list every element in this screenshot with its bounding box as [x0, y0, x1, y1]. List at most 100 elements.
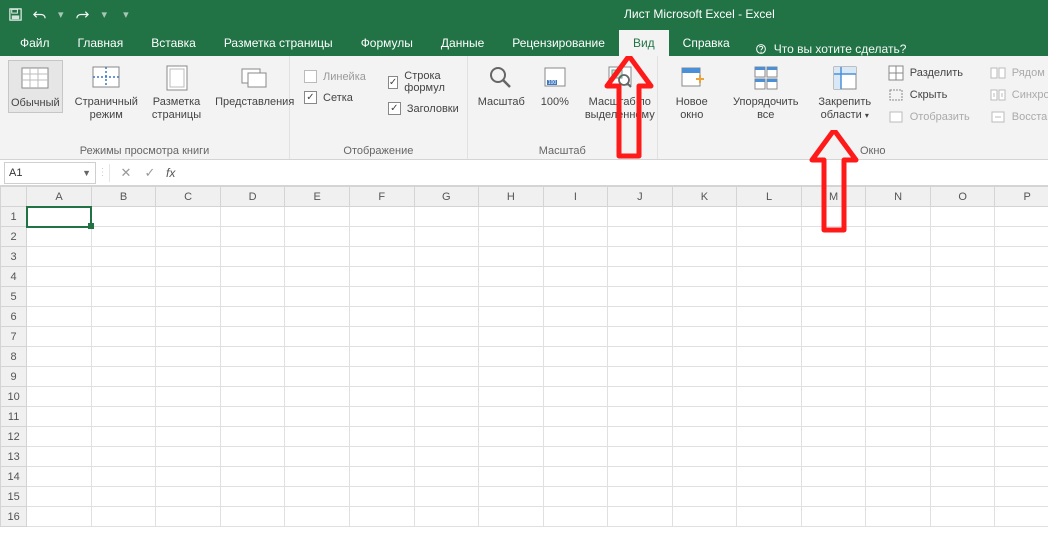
cell[interactable] — [672, 467, 737, 487]
cell[interactable] — [27, 347, 92, 367]
cell[interactable] — [285, 327, 350, 347]
cell[interactable] — [543, 387, 608, 407]
cell[interactable] — [156, 247, 221, 267]
cell[interactable] — [608, 467, 673, 487]
cell[interactable] — [866, 447, 931, 467]
cell[interactable] — [737, 307, 802, 327]
row-header[interactable]: 13 — [1, 447, 27, 467]
row-header[interactable]: 14 — [1, 467, 27, 487]
cell[interactable] — [737, 407, 802, 427]
cell[interactable] — [672, 267, 737, 287]
cell[interactable] — [995, 287, 1048, 307]
qat-customize[interactable]: ▾ — [123, 8, 129, 21]
cell[interactable] — [220, 427, 285, 447]
cell[interactable] — [285, 267, 350, 287]
cell[interactable] — [91, 267, 156, 287]
cell[interactable] — [930, 407, 995, 427]
cell[interactable] — [27, 267, 92, 287]
tab-data[interactable]: Данные — [427, 30, 498, 56]
cell[interactable] — [930, 307, 995, 327]
cell[interactable] — [995, 407, 1048, 427]
cell[interactable] — [930, 227, 995, 247]
cell[interactable] — [801, 367, 866, 387]
cell[interactable] — [866, 367, 931, 387]
cell[interactable] — [27, 407, 92, 427]
cell[interactable] — [866, 507, 931, 527]
name-box-dropdown-icon[interactable]: ▼ — [82, 168, 91, 178]
cell[interactable] — [156, 367, 221, 387]
cell[interactable] — [672, 247, 737, 267]
new-window-button[interactable]: Новое окно — [666, 60, 718, 123]
cell[interactable] — [672, 507, 737, 527]
cell[interactable] — [91, 307, 156, 327]
cell[interactable] — [156, 487, 221, 507]
cell[interactable] — [156, 507, 221, 527]
cell[interactable] — [285, 247, 350, 267]
custom-views-button[interactable]: Представления — [213, 60, 296, 111]
cell[interactable] — [156, 227, 221, 247]
cell[interactable] — [930, 487, 995, 507]
cell[interactable] — [91, 367, 156, 387]
cell[interactable] — [349, 347, 414, 367]
cell[interactable] — [801, 267, 866, 287]
row-header[interactable]: 5 — [1, 287, 27, 307]
cell[interactable] — [543, 487, 608, 507]
page-layout-view-button[interactable]: Разметка страницы — [150, 60, 203, 123]
cell[interactable] — [737, 467, 802, 487]
cell[interactable] — [672, 327, 737, 347]
cell[interactable] — [737, 347, 802, 367]
cell[interactable] — [995, 467, 1048, 487]
cell[interactable] — [479, 387, 544, 407]
cell[interactable] — [866, 407, 931, 427]
cell[interactable] — [801, 307, 866, 327]
column-header[interactable]: A — [27, 187, 92, 207]
cell[interactable] — [737, 207, 802, 227]
tab-file[interactable]: Файл — [6, 30, 64, 56]
cell[interactable] — [866, 327, 931, 347]
cell[interactable] — [608, 327, 673, 347]
cell[interactable] — [91, 407, 156, 427]
cell[interactable] — [608, 307, 673, 327]
cell[interactable] — [414, 467, 479, 487]
cell[interactable] — [479, 307, 544, 327]
cell[interactable] — [479, 367, 544, 387]
cell[interactable] — [608, 427, 673, 447]
cell[interactable] — [414, 427, 479, 447]
cell[interactable] — [27, 207, 92, 227]
cell[interactable] — [672, 307, 737, 327]
cell[interactable] — [672, 407, 737, 427]
hide-window-button[interactable]: Скрыть — [886, 86, 978, 104]
name-box[interactable]: A1 ▼ — [4, 162, 96, 184]
cell[interactable] — [156, 427, 221, 447]
cell[interactable] — [543, 347, 608, 367]
cell[interactable] — [349, 367, 414, 387]
row-header[interactable]: 10 — [1, 387, 27, 407]
cell[interactable] — [479, 327, 544, 347]
cell[interactable] — [866, 267, 931, 287]
cell[interactable] — [285, 487, 350, 507]
cell[interactable] — [672, 487, 737, 507]
cell[interactable] — [543, 287, 608, 307]
page-break-preview-button[interactable]: Страничный режим — [73, 60, 140, 123]
cell[interactable] — [737, 507, 802, 527]
cell[interactable] — [91, 347, 156, 367]
save-icon[interactable] — [6, 5, 24, 23]
cell[interactable] — [866, 307, 931, 327]
cell[interactable] — [285, 367, 350, 387]
cell[interactable] — [930, 367, 995, 387]
cell[interactable] — [543, 447, 608, 467]
cell[interactable] — [930, 267, 995, 287]
cell[interactable] — [866, 387, 931, 407]
cell[interactable] — [543, 467, 608, 487]
cell[interactable] — [414, 307, 479, 327]
cell[interactable] — [801, 407, 866, 427]
cell[interactable] — [349, 267, 414, 287]
cell[interactable] — [414, 367, 479, 387]
cell[interactable] — [91, 207, 156, 227]
cell[interactable] — [414, 247, 479, 267]
cell[interactable] — [801, 467, 866, 487]
row-header[interactable]: 15 — [1, 487, 27, 507]
cell[interactable] — [930, 507, 995, 527]
cell[interactable] — [27, 227, 92, 247]
cell[interactable] — [995, 507, 1048, 527]
